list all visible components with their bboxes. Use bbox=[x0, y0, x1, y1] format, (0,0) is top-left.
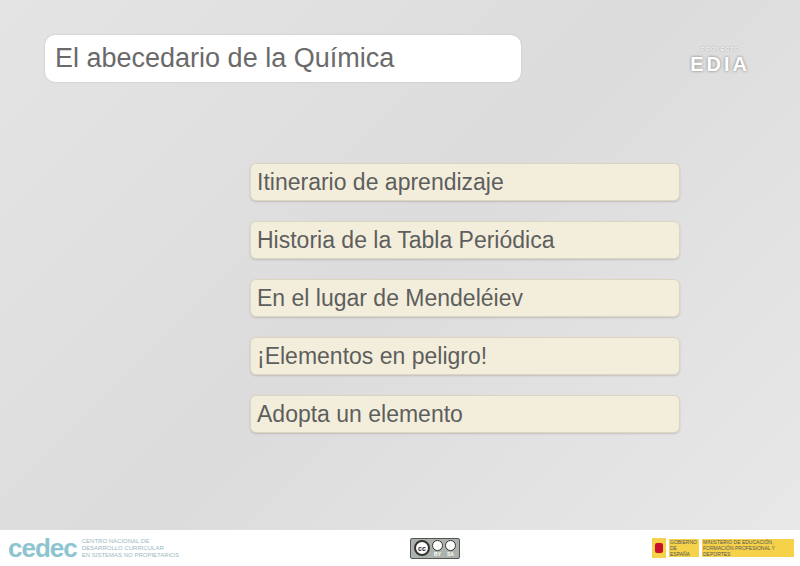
cedec-subtitle-line: DESARROLLO CURRICULAR bbox=[82, 545, 179, 552]
menu: Itinerario de aprendizaje Historia de la … bbox=[250, 163, 680, 433]
menu-item[interactable]: Adopta un elemento bbox=[250, 395, 680, 433]
menu-item-label: En el lugar de Mendeléiev bbox=[257, 281, 523, 316]
ministry-logo[interactable]: GOBIERNO DE ESPAÑAMINISTERIO DE EDUCACIÓ… bbox=[652, 538, 794, 558]
spain-shield-icon bbox=[652, 538, 666, 558]
cc-part-icon bbox=[432, 540, 443, 551]
main-area: El abecedario de la Química PROYECTOEDIA I… bbox=[0, 0, 800, 530]
cc-icon: cc bbox=[414, 540, 430, 556]
header: El abecedario de la Química PROYECTOEDIA bbox=[0, 0, 800, 82]
edia-logo: PROYECTOEDIA bbox=[690, 45, 750, 74]
footer: cedecCENTRO NACIONAL DEDESARROLLO CURRIC… bbox=[0, 530, 800, 566]
cc-part: BY bbox=[432, 540, 443, 557]
cc-part-label: BY bbox=[434, 551, 441, 557]
menu-item[interactable]: En el lugar de Mendeléiev bbox=[250, 279, 680, 317]
edia-logo-small: PROYECTO bbox=[701, 45, 739, 54]
cc-part: SA bbox=[445, 540, 456, 557]
edia-logo-name: EDIA bbox=[690, 54, 750, 74]
cedec-subtitle: CENTRO NACIONAL DEDESARROLLO CURRICULARE… bbox=[82, 538, 179, 559]
menu-item-label: Historia de la Tabla Periódica bbox=[257, 223, 554, 258]
menu-item[interactable]: Itinerario de aprendizaje bbox=[250, 163, 680, 201]
menu-item[interactable]: Historia de la Tabla Periódica bbox=[250, 221, 680, 259]
cc-badge[interactable]: cc BY SA bbox=[410, 538, 460, 559]
app: El abecedario de la Química PROYECTOEDIA I… bbox=[0, 0, 800, 566]
title: El abecedario de la Química bbox=[55, 38, 394, 79]
cc-part-label: SA bbox=[447, 551, 454, 557]
menu-item-label: ¡Elementos en peligro! bbox=[257, 339, 487, 374]
menu-item[interactable]: ¡Elementos en peligro! bbox=[250, 337, 680, 375]
ministry-name: MINISTERIO DE EDUCACIÓN, FORMACIÓN PROFE… bbox=[702, 539, 794, 557]
cedec-logo[interactable]: cedecCENTRO NACIONAL DEDESARROLLO CURRIC… bbox=[8, 535, 218, 561]
cedec-subtitle-line: EN SISTEMAS NO PROPIETARIOS bbox=[82, 552, 179, 559]
menu-item-label: Itinerario de aprendizaje bbox=[257, 165, 504, 200]
cedec-subtitle-line: CENTRO NACIONAL DE bbox=[82, 538, 179, 545]
title-box: El abecedario de la Química bbox=[45, 35, 521, 82]
cedec-name: cedec bbox=[8, 535, 77, 561]
cc-part-icon bbox=[445, 540, 456, 551]
ministry-government: GOBIERNO DE ESPAÑA bbox=[669, 539, 699, 557]
menu-item-label: Adopta un elemento bbox=[257, 397, 463, 432]
